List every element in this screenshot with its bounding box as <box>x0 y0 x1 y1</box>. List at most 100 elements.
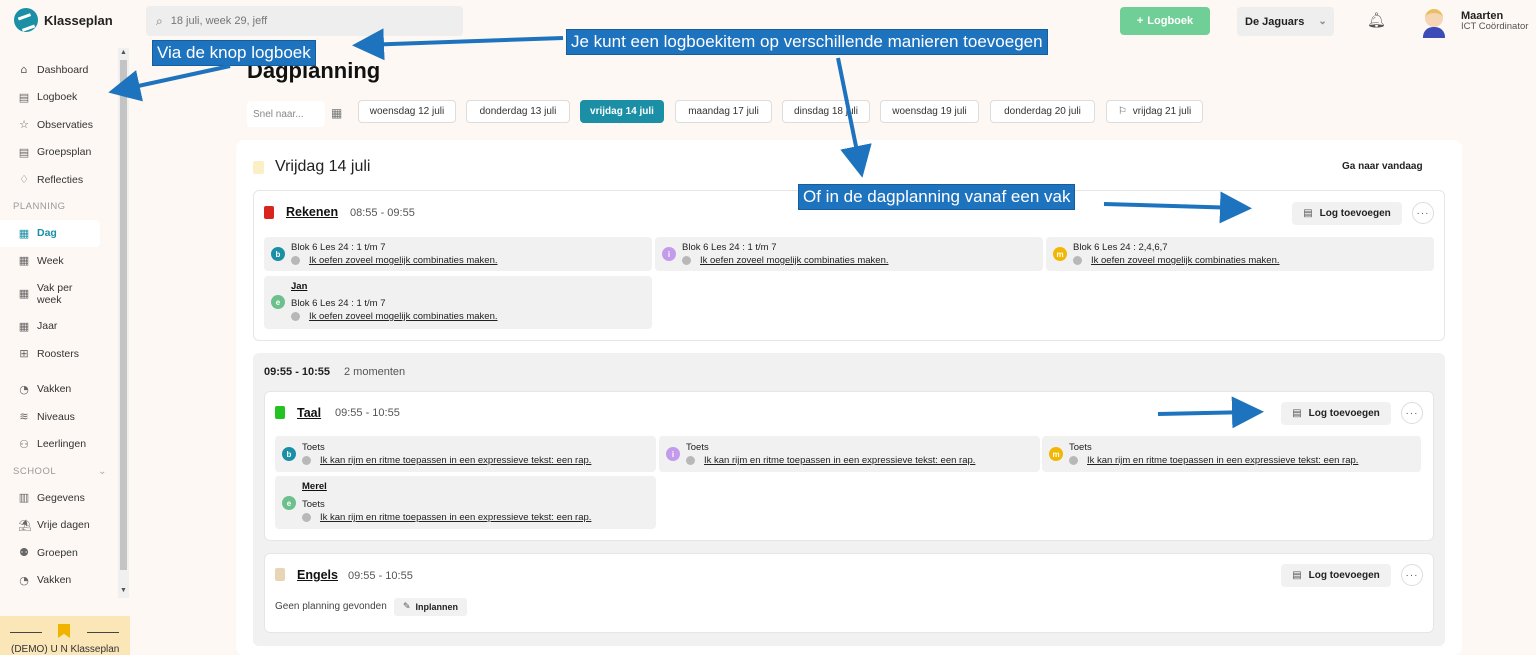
date-chip[interactable]: woensdag 12 juli <box>358 100 456 123</box>
date-chip[interactable]: donderdag 20 juli <box>990 100 1095 123</box>
level-badge: e <box>282 496 296 510</box>
subject-name[interactable]: Rekenen <box>286 205 338 219</box>
go-to-today-link[interactable]: Ga naar vandaag <box>1342 161 1423 172</box>
level-badge: i <box>662 247 676 261</box>
sidebar-item-reflecties[interactable]: ♢ Reflecties <box>0 166 118 194</box>
arrow-to-top-center <box>352 28 564 61</box>
sidebar-item-vakken-school[interactable]: ◔ Vakken <box>0 567 118 595</box>
klasseplan-logo-icon <box>14 8 38 32</box>
building-icon: ▥ <box>18 491 30 505</box>
scroll-down-icon[interactable]: ▼ <box>120 587 127 594</box>
goal-item: m Toets Ik kan rijm en ritme toepassen i… <box>1042 436 1421 472</box>
lightbulb-icon: ♢ <box>19 173 29 187</box>
students-icon: ⚇ <box>19 437 29 451</box>
date-chip[interactable]: maandag 17 juli <box>675 100 772 123</box>
section-school[interactable]: SCHOOL ⌄ <box>0 458 118 484</box>
sidebar-item-logboek[interactable]: ▤ Logboek <box>0 84 118 112</box>
status-dot-icon <box>1069 456 1078 465</box>
date-chip[interactable]: ⚐ vrijdag 21 juli <box>1106 100 1203 123</box>
inplannen-button[interactable]: ✎ Inplannen <box>394 598 467 616</box>
level-badge: m <box>1053 247 1067 261</box>
student-name[interactable]: Merel <box>302 481 327 492</box>
sidebar-item-dashboard[interactable]: ⌂ Dashboard <box>0 56 118 84</box>
level-badge: i <box>666 447 680 461</box>
sidebar-item-dag[interactable]: ▦ Dag <box>0 219 100 247</box>
scroll-up-icon[interactable]: ▲ <box>120 49 127 56</box>
sidebar-item-niveaus[interactable]: ≋ Niveaus <box>0 403 118 431</box>
star-icon: ☆ <box>19 118 29 132</box>
status-dot-icon <box>302 456 311 465</box>
calendar-icon: ▦ <box>18 254 30 268</box>
search-input[interactable] <box>170 15 431 27</box>
student-name[interactable]: Jan <box>291 281 307 292</box>
document-icon: ▤ <box>1292 408 1302 419</box>
sidebar-item-observaties[interactable]: ☆ Observaties <box>0 111 118 139</box>
status-dot-icon <box>291 312 300 321</box>
sidebar-scrollbar[interactable]: ▲ ▼ <box>118 48 129 598</box>
day-title: Vrijdag 14 juli <box>275 158 371 175</box>
app-name: Klasseplan <box>44 12 113 28</box>
more-options-button[interactable]: ··· <box>1401 402 1423 424</box>
sidebar-item-groepsplan[interactable]: ▤ Groepsplan <box>0 139 118 167</box>
layers-icon: ≋ <box>19 410 29 424</box>
date-chip-active[interactable]: vrijdag 14 juli <box>580 100 664 123</box>
block-time: 09:55 - 10:55 <box>264 366 331 378</box>
sidebar-item-week[interactable]: ▦ Week <box>0 247 118 275</box>
sidebar-item-leerlingen[interactable]: ⚇ Leerlingen <box>0 431 118 459</box>
more-options-button[interactable]: ··· <box>1401 564 1423 586</box>
goal-item: b Toets Ik kan rijm en ritme toepassen i… <box>275 436 656 472</box>
shapes-icon: ◔ <box>19 382 29 396</box>
team-select[interactable]: De Jaguars ⌄ <box>1237 7 1334 36</box>
level-badge: e <box>271 295 285 309</box>
app-logo[interactable]: Klasseplan <box>14 8 113 32</box>
goal-item: e Jan Blok 6 Les 24 : 1 t/m 7 Ik oefen z… <box>264 276 652 329</box>
subject-name[interactable]: Taal <box>297 406 321 420</box>
date-chip[interactable]: donderdag 13 juli <box>466 100 570 123</box>
avatar[interactable] <box>1420 6 1448 38</box>
sidebar-item-vrije-dagen[interactable]: ⛱ Vrije dagen <box>0 512 118 540</box>
sidebar-item-roosters[interactable]: ⊞ Roosters <box>0 340 118 368</box>
sidebar-nav: ⌂ Dashboard ▤ Logboek ☆ Observaties ▤ Groeps… <box>0 56 118 594</box>
document-icon: ▤ <box>1292 570 1302 581</box>
section-planning: PLANNING <box>13 201 66 212</box>
search-bar[interactable]: ⌕ <box>146 6 463 36</box>
goal-item: e Merel Toets Ik kan rijm en ritme toepa… <box>275 476 656 529</box>
sidebar-item-vakken[interactable]: ◔ Vakken <box>0 376 118 404</box>
calendar-icon: ▦ <box>18 319 30 333</box>
sidebar-item-groepen[interactable]: ⚉ Groepen <box>0 539 118 567</box>
subject-name[interactable]: Engels <box>297 568 338 582</box>
more-options-button[interactable]: ··· <box>1412 202 1434 224</box>
date-chip[interactable]: dinsdag 18 juli <box>782 100 870 123</box>
date-chip[interactable]: woensdag 19 juli <box>880 100 979 123</box>
beach-icon: ⛱ <box>18 518 32 532</box>
sidebar-item-gegevens[interactable]: ▥ Gegevens <box>0 484 118 512</box>
plus-icon: + <box>1136 15 1144 27</box>
block-count: 2 momenten <box>344 366 406 378</box>
arrow-to-logboek <box>108 64 231 102</box>
school-name: (DEMO) U N Klasseplan <box>11 644 120 655</box>
annotation-via-planning: Of in de dagplanning vanaf een vak <box>798 184 1076 210</box>
calendar-icon[interactable]: ▦ <box>331 106 342 120</box>
level-badge: b <box>271 247 285 261</box>
group-icon: ⚉ <box>19 546 29 560</box>
sidebar-item-vak-per-week[interactable]: ▦ Vak per week <box>0 275 118 313</box>
annotation-main: Je kunt een logboekitem op verschillende… <box>566 29 1048 55</box>
log-toevoegen-button[interactable]: ▤ Log toevoegen <box>1281 402 1391 425</box>
bell-icon[interactable]: 🔔︎ <box>1367 11 1386 29</box>
school-switcher[interactable]: (DEMO) U N Klasseplan <box>0 616 130 655</box>
status-dot-icon <box>686 456 695 465</box>
log-toevoegen-button[interactable]: ▤ Log toevoegen <box>1281 564 1391 587</box>
book-icon: ▤ <box>18 90 30 104</box>
log-toevoegen-button[interactable]: ▤ Log toevoegen <box>1292 202 1402 225</box>
subject-color-marker <box>264 206 274 219</box>
scroll-thumb[interactable] <box>120 60 127 570</box>
calendar-icon: ▦ <box>18 286 30 300</box>
lesson-engels <box>264 553 1434 633</box>
quick-date-input[interactable]: Snel naar... <box>247 101 325 127</box>
add-logboek-button[interactable]: + Logboek <box>1120 7 1210 35</box>
sidebar-item-jaar[interactable]: ▦ Jaar <box>0 313 118 341</box>
status-dot-icon <box>682 256 691 265</box>
lesson-time: 08:55 - 09:55 <box>350 207 415 219</box>
subject-color-marker <box>275 406 285 419</box>
home-icon: ⌂ <box>20 63 28 77</box>
